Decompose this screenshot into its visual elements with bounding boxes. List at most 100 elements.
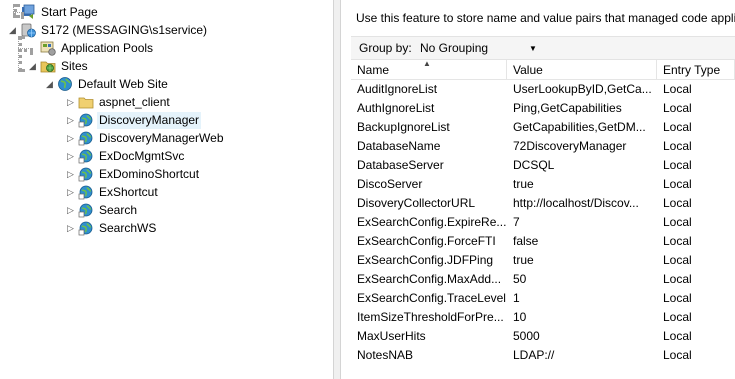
entry-type: Local (663, 234, 692, 248)
expand-icon[interactable]: ▷ (66, 147, 75, 165)
tree-node[interactable]: ▷ ExDocMgmtSvc (66, 147, 186, 165)
tree-node-label: Sites (61, 58, 88, 73)
setting-value: GetCapabilities,GetDM... (513, 120, 646, 134)
table-row[interactable]: ItemSizeThresholdForPre... 10 Local (351, 308, 735, 327)
tree-node-label: DiscoveryManager (97, 111, 202, 129)
dropdown-arrow-icon[interactable]: ▼ (529, 44, 537, 53)
setting-value: LDAP:// (513, 348, 555, 362)
setting-name: MaxUserHits (357, 329, 426, 343)
collapse-icon[interactable]: ◢ (28, 57, 37, 75)
tree-node-label: SearchWS (99, 220, 157, 235)
pane-splitter[interactable] (333, 0, 341, 379)
web-app-icon (78, 130, 94, 146)
setting-name: ItemSizeThresholdForPre... (357, 310, 504, 324)
tree-node[interactable]: ▷ DiscoveryManager (66, 111, 202, 129)
tree-node-label: ExDocMgmtSvc (99, 148, 185, 163)
setting-name: AuditIgnoreList (357, 82, 438, 96)
tree-node[interactable]: ◢ Sites (28, 57, 90, 75)
column-header[interactable]: Value (507, 60, 657, 80)
tree-connector (18, 36, 22, 72)
tree-node-label: aspnet_client (99, 94, 170, 109)
setting-value: 72DiscoveryManager (513, 139, 627, 153)
web-app-icon (78, 184, 94, 200)
setting-name: AuthIgnoreList (357, 101, 435, 115)
setting-name: DisoveryCollectorURL (357, 196, 476, 210)
setting-value: UserLookupByID,GetCa... (513, 82, 652, 96)
tree-node[interactable]: ▷ ExShortcut (66, 183, 160, 201)
tree-node-label: ExShortcut (99, 184, 158, 199)
entry-type: Local (663, 253, 692, 267)
table-row[interactable]: NotesNAB LDAP:// Local (351, 346, 735, 365)
table-row[interactable]: ExSearchConfig.MaxAdd... 50 Local (351, 270, 735, 289)
connections-tree[interactable]: Start Page ◢ S172 (MESSAGING\s1service) App… (0, 0, 333, 379)
setting-name: DatabaseServer (357, 158, 444, 172)
tree-node[interactable]: ◢ S172 (MESSAGING\s1service) (8, 21, 209, 39)
entry-type: Local (663, 82, 692, 96)
entry-type: Local (663, 329, 692, 343)
setting-name: ExSearchConfig.ExpireRe... (357, 215, 507, 229)
entry-type: Local (663, 120, 692, 134)
entry-type: Local (663, 196, 692, 210)
setting-value: DCSQL (513, 158, 555, 172)
tree-connector (18, 48, 33, 52)
table-row[interactable]: ExSearchConfig.ForceFTI false Local (351, 232, 735, 251)
expand-icon[interactable]: ▷ (66, 201, 75, 219)
entry-type: Local (663, 101, 692, 115)
web-app-icon (78, 166, 94, 182)
tree-node-label: Search (99, 202, 138, 217)
table-row[interactable]: DatabaseName 72DiscoveryManager Local (351, 137, 735, 156)
feature-description: Use this feature to store name and value… (356, 11, 735, 25)
expand-icon[interactable]: ▷ (66, 111, 75, 129)
setting-value: 5000 (513, 329, 540, 343)
expand-icon[interactable]: ▷ (66, 183, 75, 201)
tree-connector (13, 4, 17, 18)
entry-type: Local (663, 215, 692, 229)
entry-type: Local (663, 348, 692, 362)
server-icon (20, 22, 36, 38)
table-row[interactable]: DisoveryCollectorURL http://localhost/Dis… (351, 194, 735, 213)
tree-node[interactable]: ▷ DiscoveryManagerWeb (66, 129, 226, 147)
setting-name: ExSearchConfig.TraceLevel (357, 291, 506, 305)
entry-type: Local (663, 158, 692, 172)
column-header[interactable]: Entry Type (657, 60, 735, 80)
tree-node[interactable]: ▷ ExDominoShortcut (66, 165, 201, 183)
tree-node[interactable]: ▷ aspnet_client (66, 93, 172, 111)
expand-icon[interactable]: ▷ (66, 165, 75, 183)
expand-icon[interactable]: ▷ (66, 219, 75, 237)
sites-folder-icon (40, 58, 56, 74)
setting-name: NotesNAB (357, 348, 414, 362)
expand-icon[interactable]: ▷ (66, 93, 75, 111)
tree-node-label: Start Page (41, 4, 98, 19)
collapse-icon[interactable]: ◢ (8, 21, 17, 39)
group-by-bar: Group by: No Grouping ▼ (351, 36, 735, 60)
table-row[interactable]: ExSearchConfig.TraceLevel 1 Local (351, 289, 735, 308)
web-app-icon (78, 202, 94, 218)
tree-node[interactable]: ▷ Search (66, 201, 139, 219)
setting-value: 50 (513, 272, 527, 286)
globe-icon (57, 76, 73, 92)
table-row[interactable]: ExSearchConfig.ExpireRe... 7 Local (351, 213, 735, 232)
tree-node[interactable]: ◢ Default Web Site (45, 75, 170, 93)
tree-node-label: Default Web Site (78, 76, 168, 91)
table-row[interactable]: AuditIgnoreList UserLookupByID,GetCa... Lo… (351, 80, 735, 99)
tree-node-label: ExDominoShortcut (99, 166, 200, 181)
setting-name: DatabaseName (357, 139, 441, 153)
setting-value: 10 (513, 310, 527, 324)
table-row[interactable]: DiscoServer true Local (351, 175, 735, 194)
collapse-icon[interactable]: ◢ (45, 75, 54, 93)
tree-node[interactable]: Application Pools (28, 39, 155, 57)
table-row[interactable]: MaxUserHits 5000 Local (351, 327, 735, 346)
app-pools-icon (40, 40, 56, 56)
tree-node[interactable]: ▷ SearchWS (66, 219, 158, 237)
entry-type: Local (663, 310, 692, 324)
table-row[interactable]: BackupIgnoreList GetCapabilities,GetDM...… (351, 118, 735, 137)
setting-name: ExSearchConfig.MaxAdd... (357, 272, 502, 286)
table-row[interactable]: DatabaseServer DCSQL Local (351, 156, 735, 175)
table-row[interactable]: ExSearchConfig.JDFPing true Local (351, 251, 735, 270)
table-row[interactable]: AuthIgnoreList Ping,GetCapabilities Local (351, 99, 735, 118)
setting-value: 1 (513, 291, 520, 305)
expand-icon[interactable]: ▷ (66, 129, 75, 147)
group-by-dropdown[interactable]: No Grouping (420, 41, 530, 55)
entry-type: Local (663, 291, 692, 305)
web-app-icon (78, 148, 94, 164)
